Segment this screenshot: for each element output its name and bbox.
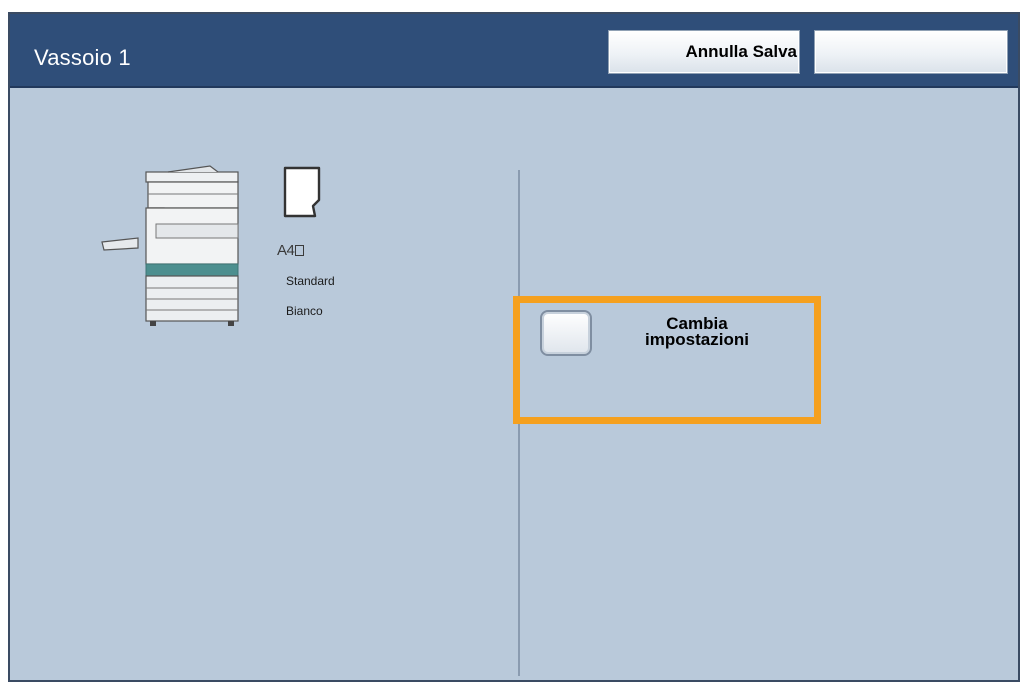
change-settings-label: Cambia impostazioni: [622, 315, 772, 349]
paper-size-label: A4: [277, 242, 305, 259]
paper-type-label: Standard: [286, 274, 335, 288]
blank-header-button[interactable]: [814, 30, 1008, 74]
header-bar: Vassoio 1 Annulla Salva: [10, 14, 1018, 88]
paper-orientation-icon: [295, 245, 305, 256]
tray-settings-screen: Vassoio 1 Annulla Salva A4 Standard Bian…: [8, 12, 1020, 682]
page-title: Vassoio 1: [34, 45, 131, 70]
paper-color-label: Bianco: [286, 304, 323, 318]
change-settings-button[interactable]: [540, 310, 592, 356]
paper-size-value: A4: [277, 242, 295, 259]
cancel-save-label: Annulla Salva: [685, 42, 797, 61]
change-settings-label-line2: impostazioni: [645, 330, 749, 349]
cancel-save-button[interactable]: Annulla Salva: [608, 30, 800, 74]
printer-machine-icon: [101, 165, 239, 326]
paper-sheet-icon: [283, 166, 321, 218]
